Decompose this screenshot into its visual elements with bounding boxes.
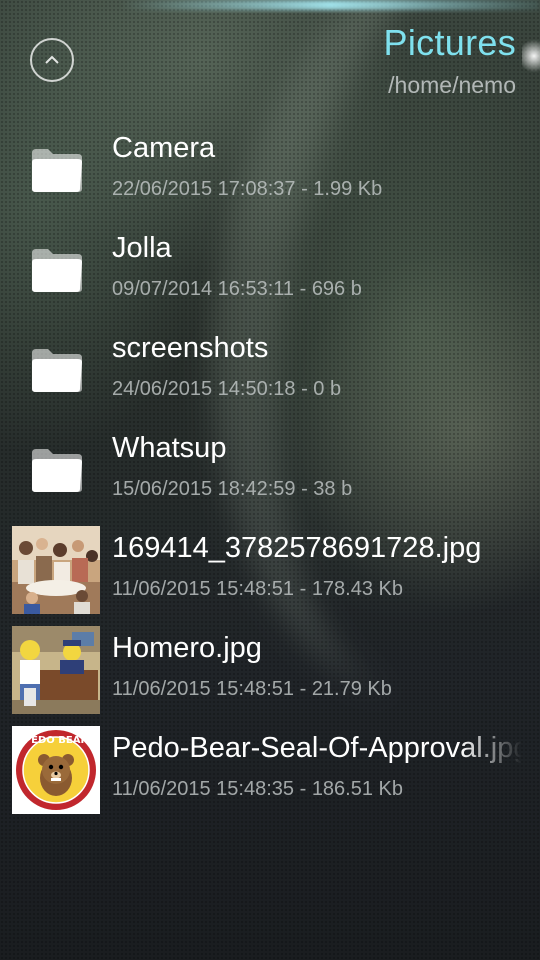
file-browser-screen: Pictures /home/nemo Camera 22/06/2015 17… (0, 0, 540, 960)
folder-icon (32, 349, 82, 392)
file-size: 21.79 Kb (311, 678, 392, 700)
file-meta: 24/06/2015 14:50:18 - 0 b (112, 378, 341, 401)
file-name: Whatsup (112, 432, 227, 464)
file-size: 186.51 Kb (311, 778, 404, 800)
file-name: Homero.jpg (112, 632, 262, 664)
photo-thumbnail: PEDO BEAR (12, 726, 100, 814)
file-date: 11/06/2015 15:48:51 (112, 578, 295, 600)
file-name: Pedo-Bear-Seal-Of-Approval.jpg (112, 732, 522, 764)
file-name: Camera (112, 132, 216, 164)
current-path: /home/nemo (388, 72, 516, 98)
meta-separator: - (294, 578, 312, 600)
file-name: Jolla (112, 232, 172, 264)
meta-separator: - (294, 778, 312, 800)
list-item-screenshots[interactable]: screenshots 24/06/2015 14:50:18 - 0 b (0, 320, 540, 420)
meta-separator: - (295, 178, 314, 200)
file-name: screenshots (112, 332, 269, 364)
file-size: 1.99 Kb (313, 178, 383, 200)
folder-icon (32, 249, 82, 292)
file-size: 38 b (313, 478, 353, 500)
corner-glow (522, 36, 540, 76)
photo-thumbnail (12, 626, 100, 714)
seal-text: PEDO BEAR (24, 735, 89, 746)
navigate-up-button[interactable] (30, 38, 74, 82)
top-glow (120, 0, 540, 10)
list-item-jolla[interactable]: Jolla 09/07/2014 16:53:11 - 696 b (0, 220, 540, 320)
file-meta: 09/07/2014 16:53:11 - 696 b (112, 278, 362, 301)
file-size: 696 b (311, 278, 362, 300)
folder-icon (32, 449, 82, 492)
list-item-whatsup[interactable]: Whatsup 15/06/2015 18:42:59 - 38 b (0, 420, 540, 520)
file-meta: 11/06/2015 15:48:35 - 186.51 Kb (112, 778, 403, 801)
folder-icon (32, 149, 82, 192)
file-date: 24/06/2015 14:50:18 (112, 378, 296, 400)
file-date: 11/06/2015 15:48:35 (112, 778, 295, 800)
file-date: 09/07/2014 16:53:11 (112, 278, 295, 300)
list-item-camera[interactable]: Camera 22/06/2015 17:08:37 - 1.99 Kb (0, 120, 540, 220)
meta-separator: - (294, 678, 312, 700)
photo-thumbnail (12, 526, 100, 614)
chevron-up-icon (45, 55, 59, 64)
file-size: 178.43 Kb (311, 578, 404, 600)
meta-separator: - (294, 278, 312, 300)
list-item-homero[interactable]: Homero.jpg 11/06/2015 15:48:51 - 21.79 K… (0, 620, 540, 720)
list-item-seal-image[interactable]: PEDO BEAR Pedo-Bear-Seal-Of-Approval.jpg… (0, 720, 540, 820)
meta-separator: - (295, 378, 314, 400)
file-meta: 15/06/2015 18:42:59 - 38 b (112, 478, 352, 501)
file-date: 22/06/2015 17:08:37 (112, 178, 296, 200)
file-list: Camera 22/06/2015 17:08:37 - 1.99 Kb Jol… (0, 120, 540, 820)
file-size: 0 b (313, 378, 342, 400)
file-meta: 11/06/2015 15:48:51 - 178.43 Kb (112, 578, 403, 601)
file-meta: 11/06/2015 15:48:51 - 21.79 Kb (112, 678, 392, 701)
list-item-group-photo[interactable]: 169414_3782578691728.jpg 11/06/2015 15:4… (0, 520, 540, 620)
file-meta: 22/06/2015 17:08:37 - 1.99 Kb (112, 178, 382, 201)
file-date: 11/06/2015 15:48:51 (112, 678, 295, 700)
meta-separator: - (295, 478, 314, 500)
page-title: Pictures (383, 22, 516, 63)
file-name: 169414_3782578691728.jpg (112, 532, 482, 564)
file-date: 15/06/2015 18:42:59 (112, 478, 296, 500)
